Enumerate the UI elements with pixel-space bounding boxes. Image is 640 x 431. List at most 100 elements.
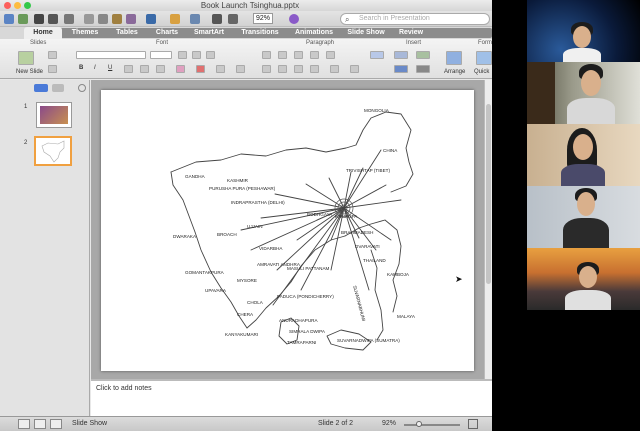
- tab-home[interactable]: Home: [24, 27, 62, 39]
- map-label-gomantakpura: GOMANTAKPURA: [185, 270, 225, 275]
- font-size-field[interactable]: [150, 51, 172, 59]
- toolbox-icon[interactable]: [228, 14, 238, 24]
- align-right-icon[interactable]: [294, 65, 303, 73]
- highlight-icon[interactable]: [176, 65, 185, 73]
- italic-icon[interactable]: I: [94, 65, 96, 71]
- zoom-select[interactable]: 92%: [253, 13, 273, 24]
- slide-thumbnail-1[interactable]: [36, 102, 72, 128]
- bookshelf: [527, 62, 555, 124]
- undo-icon[interactable]: [146, 14, 156, 24]
- participant-2-face: [581, 70, 601, 96]
- shape-icon[interactable]: [394, 51, 408, 59]
- media-icon[interactable]: [170, 14, 180, 24]
- map-label-kamboja: KAMBOJA: [387, 272, 410, 277]
- tab-tables[interactable]: Tables: [108, 27, 146, 39]
- arrange-icon[interactable]: [446, 51, 462, 65]
- tab-slide-show[interactable]: Slide Show: [342, 27, 390, 39]
- numbering-icon[interactable]: [278, 51, 287, 59]
- bullets-icon[interactable]: [262, 51, 271, 59]
- quick-styles-button[interactable]: Quick: [474, 69, 489, 75]
- new-slide-button[interactable]: New Slide: [16, 69, 43, 75]
- gallery-icon[interactable]: [190, 14, 200, 24]
- zoom-slider-knob[interactable]: [416, 421, 422, 427]
- tab-animations[interactable]: Animations: [288, 27, 340, 39]
- copy-icon[interactable]: [98, 14, 108, 24]
- strikethrough-icon[interactable]: [140, 65, 149, 73]
- tab-smartart[interactable]: SmartArt: [186, 27, 232, 39]
- map-label-thailand: THAILAND: [363, 258, 386, 263]
- paste-icon[interactable]: [112, 14, 122, 24]
- participant-tile-2: [527, 62, 640, 124]
- indent-icon[interactable]: [310, 51, 319, 59]
- scrollbar-thumb[interactable]: [486, 104, 491, 284]
- align-center-icon[interactable]: [278, 65, 287, 73]
- text-effects-icon[interactable]: [216, 65, 225, 73]
- map-label-simhala: SIMHALA DWIPA: [289, 329, 326, 334]
- section-icon[interactable]: [48, 65, 57, 73]
- tab-transitions[interactable]: Transitions: [234, 27, 286, 39]
- save-icon[interactable]: [48, 14, 58, 24]
- clear-format-icon[interactable]: [206, 51, 215, 59]
- close-icon[interactable]: [4, 2, 11, 9]
- participant-5-body: [565, 290, 611, 310]
- slide-show-view-icon[interactable]: [50, 419, 62, 429]
- sidebar-icon[interactable]: [212, 14, 222, 24]
- char-spacing-icon[interactable]: [236, 65, 245, 73]
- fit-window-icon[interactable]: [468, 419, 478, 429]
- new-icon[interactable]: [4, 14, 14, 24]
- map-label-suvarnadwipa: SUVARNADWIPA (SUMATRA): [337, 338, 400, 343]
- map-label-indraprastha: INDRAPRASTHA (DELHI): [231, 200, 285, 205]
- media-insert-icon[interactable]: [416, 65, 430, 73]
- font-color-icon[interactable]: [196, 65, 205, 73]
- group-slides-label: Slides: [30, 40, 47, 46]
- slide-sorter-icon[interactable]: [34, 419, 46, 429]
- mouse-cursor: ➤: [455, 274, 463, 284]
- grow-font-icon[interactable]: [178, 51, 187, 59]
- help-icon[interactable]: [289, 14, 299, 24]
- notes-pane[interactable]: Click to add notes: [91, 379, 492, 416]
- new-slide-icon[interactable]: [18, 51, 34, 65]
- close-pane-icon[interactable]: [78, 84, 86, 92]
- shrink-font-icon[interactable]: [192, 51, 201, 59]
- map-label-anuradhapura: ANURADHAPURA: [279, 318, 318, 323]
- layout-icon[interactable]: [48, 51, 57, 59]
- slide-2[interactable]: MONGOLIA CHINA TRIVISHTAP (TIBET) GANDHA…: [101, 90, 474, 371]
- outdent-icon[interactable]: [294, 51, 303, 59]
- picture-icon[interactable]: [416, 51, 430, 59]
- templates-icon[interactable]: [18, 14, 28, 24]
- search-input[interactable]: ⌕ Search in Presentation: [340, 13, 490, 25]
- cut-icon[interactable]: [84, 14, 94, 24]
- text-direction-icon[interactable]: [330, 65, 339, 73]
- open-icon[interactable]: [34, 14, 44, 24]
- tab-themes[interactable]: Themes: [66, 27, 104, 39]
- arrange-button[interactable]: Arrange: [444, 69, 465, 75]
- tab-charts[interactable]: Charts: [148, 27, 186, 39]
- smartart-icon[interactable]: [394, 65, 408, 73]
- underline-icon[interactable]: U: [108, 65, 112, 71]
- format-painter-icon[interactable]: [126, 14, 136, 24]
- columns-icon[interactable]: [326, 51, 335, 59]
- quick-styles-icon[interactable]: [476, 51, 492, 65]
- participant-1-body: [563, 48, 601, 62]
- print-icon[interactable]: [64, 14, 74, 24]
- slide-thumbnail-2[interactable]: [34, 136, 72, 166]
- justify-icon[interactable]: [310, 65, 319, 73]
- participant-tile-1: [527, 0, 640, 62]
- shadow-icon[interactable]: [124, 65, 133, 73]
- align-text-icon[interactable]: [350, 65, 359, 73]
- bold-icon[interactable]: B: [79, 65, 83, 71]
- slide-scrollbar[interactable]: [484, 80, 492, 379]
- outline-view-icon[interactable]: [52, 84, 64, 92]
- normal-view-icon[interactable]: [18, 419, 30, 429]
- text-box-icon[interactable]: [370, 51, 384, 59]
- slides-view-icon[interactable]: [34, 84, 48, 92]
- font-name-field[interactable]: [76, 51, 146, 59]
- zoom-slider[interactable]: [404, 421, 460, 427]
- align-left-icon[interactable]: [262, 65, 271, 73]
- minimize-icon[interactable]: [14, 2, 21, 9]
- zoom-window-icon[interactable]: [24, 2, 31, 9]
- group-paragraph-label: Paragraph: [306, 40, 335, 46]
- superscript-icon[interactable]: [156, 65, 165, 73]
- map-label-kashmir: KASHMIR: [227, 178, 249, 183]
- tab-review[interactable]: Review: [392, 27, 430, 39]
